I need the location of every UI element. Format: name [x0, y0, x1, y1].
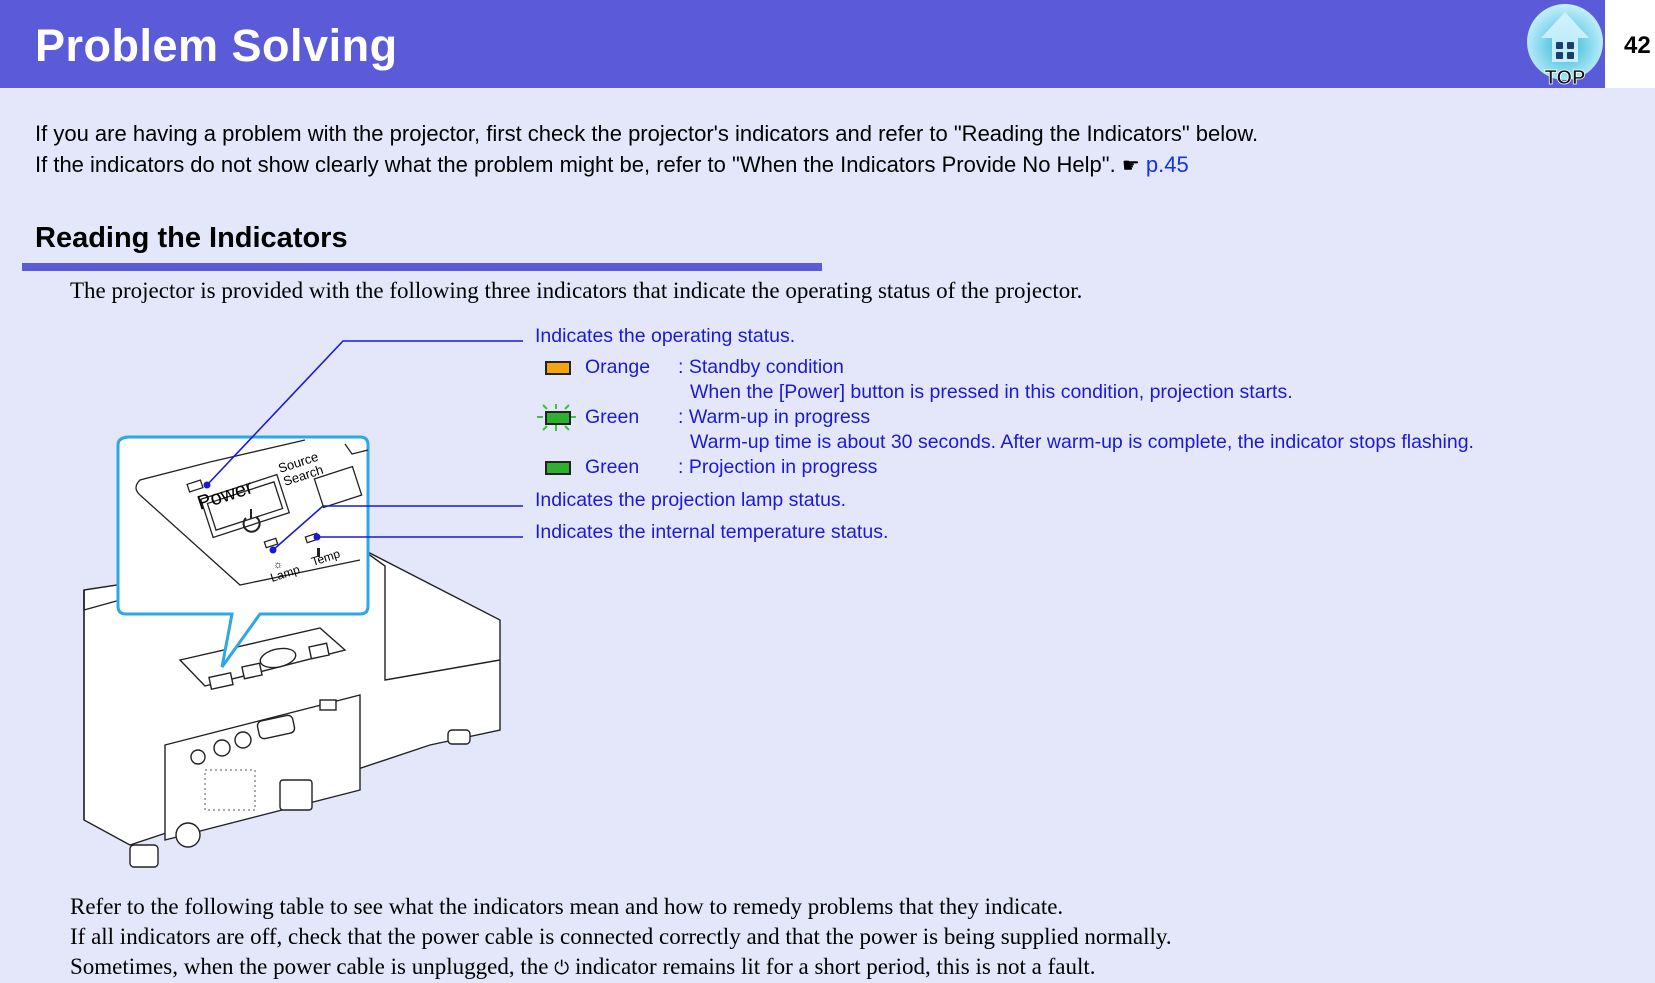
state-color-orange: Orange: [585, 356, 651, 378]
power-symbol-icon: ⏻: [554, 957, 570, 979]
green-indicator-icon: [545, 461, 571, 475]
power-socket: [279, 779, 313, 811]
state-status-standby: : Standby condition: [678, 356, 844, 378]
lamp-icon: ☼: [273, 559, 283, 571]
state-status-projection: : Projection in progress: [678, 456, 878, 478]
green-flashing-indicator-icon: [545, 411, 571, 425]
state-status-warmup: : Warm-up in progress: [678, 406, 871, 428]
bottom-line-3: Sometimes, when the power cable is unplu…: [70, 952, 1172, 983]
bottom-line-3-pre: Sometimes, when the power cable is unplu…: [70, 954, 549, 979]
state-detail-standby: When the [Power] button is pressed in th…: [690, 381, 1293, 403]
state-color-green-flashing: Green: [585, 406, 640, 428]
temp-callout-label: Indicates the internal temperature statu…: [535, 521, 889, 543]
bottom-line-2: If all indicators are off, check that th…: [70, 924, 1172, 949]
orange-indicator-icon: [545, 361, 571, 375]
state-detail-warmup: Warm-up time is about 30 seconds. After …: [690, 431, 1474, 453]
bottom-line-3-post: indicator remains lit for a short period…: [574, 954, 1096, 979]
bottom-text: Refer to the following table to see what…: [70, 892, 1172, 983]
power-callout-label: Indicates the operating status.: [535, 325, 796, 347]
lamp-callout-label: Indicates the projection lamp status.: [535, 489, 847, 511]
thermometer-icon: [317, 548, 320, 557]
state-color-green: Green: [585, 456, 640, 478]
bottom-line-1: Refer to the following table to see what…: [70, 894, 1064, 919]
